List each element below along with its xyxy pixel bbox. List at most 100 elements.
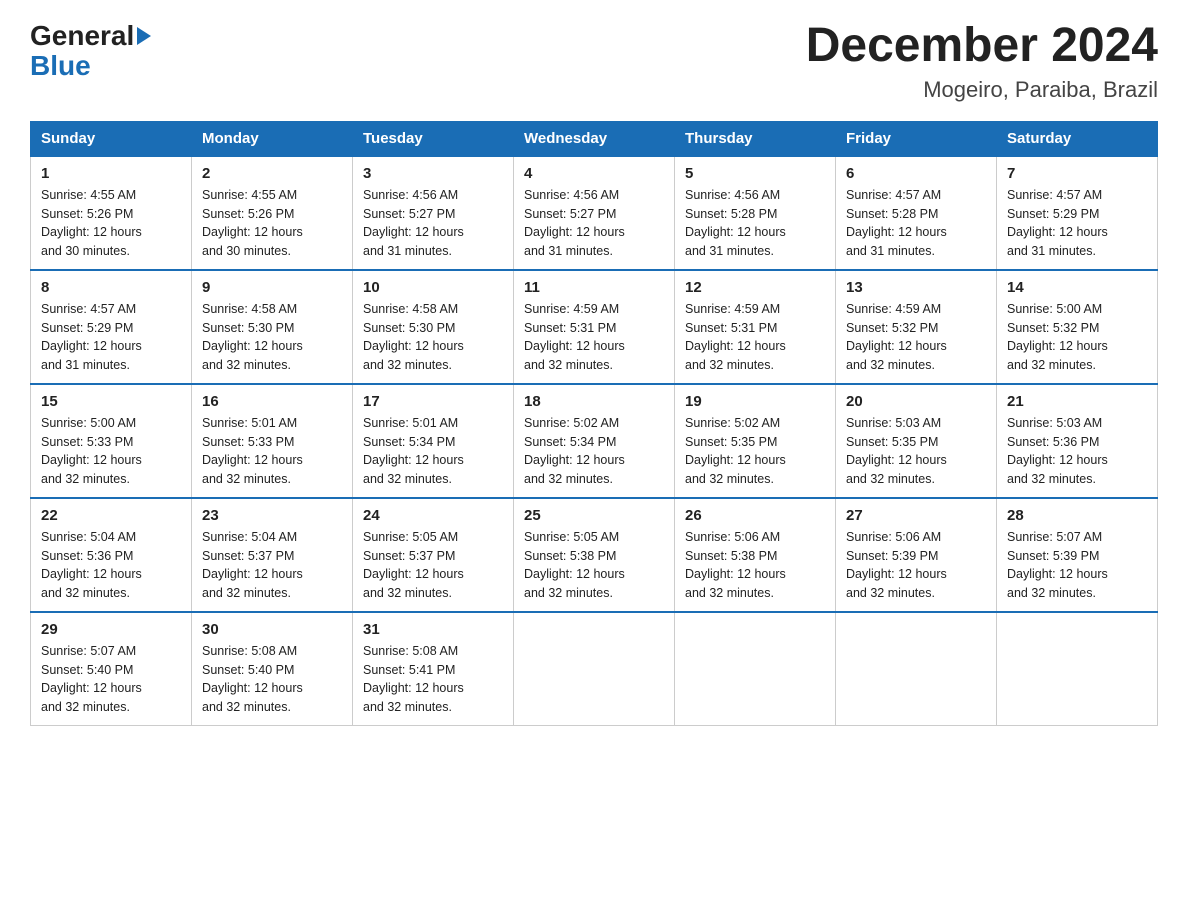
calendar-table: Sunday Monday Tuesday Wednesday Thursday… [30,121,1158,726]
day-info: Sunrise: 5:04 AMSunset: 5:37 PMDaylight:… [202,528,342,603]
day-number: 24 [363,507,503,524]
day-number: 31 [363,621,503,638]
table-cell: 27 Sunrise: 5:06 AMSunset: 5:39 PMDayligh… [836,498,997,612]
day-info: Sunrise: 5:03 AMSunset: 5:35 PMDaylight:… [846,414,986,489]
calendar-title: December 2024 [806,20,1158,73]
day-info: Sunrise: 4:58 AMSunset: 5:30 PMDaylight:… [363,300,503,375]
table-cell: 15 Sunrise: 5:00 AMSunset: 5:33 PMDayligh… [31,384,192,498]
day-info: Sunrise: 5:04 AMSunset: 5:36 PMDaylight:… [41,528,181,603]
calendar-subtitle: Mogeiro, Paraiba, Brazil [806,77,1158,103]
day-info: Sunrise: 4:57 AMSunset: 5:29 PMDaylight:… [41,300,181,375]
day-number: 15 [41,393,181,410]
table-cell: 28 Sunrise: 5:07 AMSunset: 5:39 PMDayligh… [997,498,1158,612]
table-cell: 17Sunrise: 5:01 AMSunset: 5:34 PMDayligh… [353,384,514,498]
day-number: 27 [846,507,986,524]
table-cell: 6Sunrise: 4:57 AMSunset: 5:28 PMDaylight… [836,156,997,270]
logo-general-text: General [30,20,134,52]
day-number: 30 [202,621,342,638]
title-block: December 2024 Mogeiro, Paraiba, Brazil [806,20,1158,103]
day-number: 16 [202,393,342,410]
col-saturday: Saturday [997,121,1158,156]
table-cell: 18 Sunrise: 5:02 AMSunset: 5:34 PMDayligh… [514,384,675,498]
col-tuesday: Tuesday [353,121,514,156]
logo-blue-text: Blue [30,50,91,82]
day-number: 17 [363,393,503,410]
table-cell [675,612,836,726]
table-cell: 5 Sunrise: 4:56 AMSunset: 5:28 PMDaylight… [675,156,836,270]
col-sunday: Sunday [31,121,192,156]
table-cell: 2Sunrise: 4:55 AMSunset: 5:26 PMDaylight… [192,156,353,270]
day-info: Sunrise: 5:01 AMSunset: 5:33 PMDaylight:… [202,414,342,489]
table-cell: 4Sunrise: 4:56 AMSunset: 5:27 PMDaylight… [514,156,675,270]
day-info: Sunrise: 4:59 AMSunset: 5:31 PMDaylight:… [685,300,825,375]
day-info: Sunrise: 4:56 AMSunset: 5:27 PMDaylight:… [363,186,503,261]
table-cell: 31 Sunrise: 5:08 AMSunset: 5:41 PMDayligh… [353,612,514,726]
day-info: Sunrise: 5:06 AMSunset: 5:39 PMDaylight:… [846,528,986,603]
logo-triangle-icon [137,27,151,45]
day-info: Sunrise: 5:07 AMSunset: 5:39 PMDaylight:… [1007,528,1147,603]
table-row: 29 Sunrise: 5:07 AMSunset: 5:40 PMDayligh… [31,612,1158,726]
table-row: 8Sunrise: 4:57 AMSunset: 5:29 PMDaylight… [31,270,1158,384]
table-cell: 16 Sunrise: 5:01 AMSunset: 5:33 PMDayligh… [192,384,353,498]
table-cell: 12 Sunrise: 4:59 AMSunset: 5:31 PMDayligh… [675,270,836,384]
day-number: 29 [41,621,181,638]
table-cell [836,612,997,726]
day-info: Sunrise: 5:00 AMSunset: 5:32 PMDaylight:… [1007,300,1147,375]
day-number: 1 [41,165,181,182]
table-row: 15 Sunrise: 5:00 AMSunset: 5:33 PMDayligh… [31,384,1158,498]
table-cell: 21 Sunrise: 5:03 AMSunset: 5:36 PMDayligh… [997,384,1158,498]
day-number: 5 [685,165,825,182]
table-cell: 9 Sunrise: 4:58 AMSunset: 5:30 PMDaylight… [192,270,353,384]
table-cell: 20 Sunrise: 5:03 AMSunset: 5:35 PMDayligh… [836,384,997,498]
table-cell: 24Sunrise: 5:05 AMSunset: 5:37 PMDayligh… [353,498,514,612]
day-info: Sunrise: 5:08 AMSunset: 5:40 PMDaylight:… [202,642,342,717]
day-number: 9 [202,279,342,296]
day-info: Sunrise: 5:08 AMSunset: 5:41 PMDaylight:… [363,642,503,717]
table-row: 1 Sunrise: 4:55 AMSunset: 5:26 PMDaylight… [31,156,1158,270]
day-info: Sunrise: 4:59 AMSunset: 5:31 PMDaylight:… [524,300,664,375]
table-cell: 11 Sunrise: 4:59 AMSunset: 5:31 PMDayligh… [514,270,675,384]
day-info: Sunrise: 4:57 AMSunset: 5:28 PMDaylight:… [846,186,986,261]
table-cell [514,612,675,726]
header-row: Sunday Monday Tuesday Wednesday Thursday… [31,121,1158,156]
table-cell: 22 Sunrise: 5:04 AMSunset: 5:36 PMDayligh… [31,498,192,612]
day-number: 12 [685,279,825,296]
day-number: 7 [1007,165,1147,182]
table-cell: 1 Sunrise: 4:55 AMSunset: 5:26 PMDaylight… [31,156,192,270]
day-info: Sunrise: 5:05 AMSunset: 5:38 PMDaylight:… [524,528,664,603]
calendar-header: Sunday Monday Tuesday Wednesday Thursday… [31,121,1158,156]
day-number: 26 [685,507,825,524]
day-info: Sunrise: 5:02 AMSunset: 5:34 PMDaylight:… [524,414,664,489]
day-info: Sunrise: 4:59 AMSunset: 5:32 PMDaylight:… [846,300,986,375]
day-info: Sunrise: 4:58 AMSunset: 5:30 PMDaylight:… [202,300,342,375]
day-number: 22 [41,507,181,524]
col-monday: Monday [192,121,353,156]
table-cell [997,612,1158,726]
day-info: Sunrise: 5:07 AMSunset: 5:40 PMDaylight:… [41,642,181,717]
table-cell: 23Sunrise: 5:04 AMSunset: 5:37 PMDayligh… [192,498,353,612]
day-number: 13 [846,279,986,296]
day-number: 20 [846,393,986,410]
day-number: 11 [524,279,664,296]
day-info: Sunrise: 4:56 AMSunset: 5:28 PMDaylight:… [685,186,825,261]
logo: General Blue [30,20,151,82]
table-cell: 19Sunrise: 5:02 AMSunset: 5:35 PMDayligh… [675,384,836,498]
day-number: 4 [524,165,664,182]
day-info: Sunrise: 5:03 AMSunset: 5:36 PMDaylight:… [1007,414,1147,489]
day-number: 28 [1007,507,1147,524]
day-info: Sunrise: 4:57 AMSunset: 5:29 PMDaylight:… [1007,186,1147,261]
calendar-body: 1 Sunrise: 4:55 AMSunset: 5:26 PMDaylight… [31,156,1158,726]
table-cell: 25Sunrise: 5:05 AMSunset: 5:38 PMDayligh… [514,498,675,612]
day-number: 2 [202,165,342,182]
table-cell: 3Sunrise: 4:56 AMSunset: 5:27 PMDaylight… [353,156,514,270]
page-header: General Blue December 2024 Mogeiro, Para… [30,20,1158,103]
day-info: Sunrise: 5:06 AMSunset: 5:38 PMDaylight:… [685,528,825,603]
day-number: 14 [1007,279,1147,296]
day-info: Sunrise: 5:00 AMSunset: 5:33 PMDaylight:… [41,414,181,489]
table-cell: 7 Sunrise: 4:57 AMSunset: 5:29 PMDaylight… [997,156,1158,270]
day-number: 21 [1007,393,1147,410]
col-thursday: Thursday [675,121,836,156]
day-info: Sunrise: 4:55 AMSunset: 5:26 PMDaylight:… [41,186,181,261]
day-number: 10 [363,279,503,296]
day-number: 18 [524,393,664,410]
